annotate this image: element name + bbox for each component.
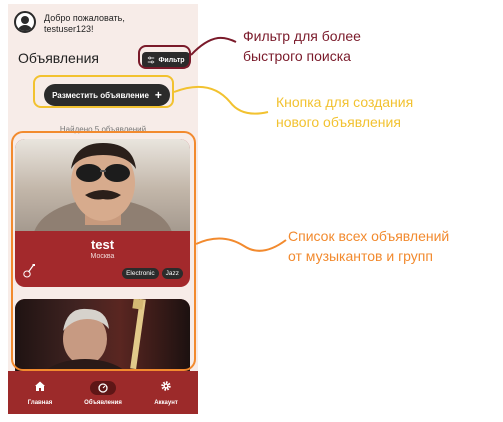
filter-annotation: Фильтр для более быстрого поиска <box>243 26 361 66</box>
welcome-text: Добро пожаловать, testuser123! <box>44 13 125 35</box>
avatar[interactable] <box>14 11 36 33</box>
gear-icon <box>161 381 171 391</box>
filter-annotation-line-2: быстрого поиска <box>243 48 351 64</box>
search-icon <box>98 383 108 393</box>
welcome-line-1: Добро пожаловать, <box>44 13 125 23</box>
nav-home-label: Главная <box>27 400 53 406</box>
nav-ads[interactable]: Объявления <box>73 379 133 406</box>
list-annotation: Список всех объявлений от музыкантов и г… <box>288 226 449 266</box>
nav-account[interactable]: Аккаунт <box>136 379 196 406</box>
filter-highlight-box <box>138 45 191 69</box>
bottom-navbar: Главная Объявления Аккаунт <box>8 371 198 414</box>
create-highlight-box <box>33 75 174 108</box>
nav-home[interactable]: Главная <box>10 379 70 406</box>
page-title: Объявления <box>18 50 99 66</box>
create-annotation: Кнопка для создания нового объявления <box>276 92 413 132</box>
filter-annotation-line-1: Фильтр для более <box>243 28 361 44</box>
list-annotation-line-2: от музыкантов и групп <box>288 248 433 264</box>
welcome-line-2: testuser123! <box>44 24 94 34</box>
home-icon <box>35 381 45 391</box>
list-annotation-line-1: Список всех объявлений <box>288 228 450 244</box>
create-annotation-line-2: нового объявления <box>276 114 401 130</box>
create-annotation-line-1: Кнопка для создания <box>276 94 414 110</box>
nav-account-label: Аккаунт <box>154 400 178 406</box>
nav-ads-label: Объявления <box>84 400 122 406</box>
list-highlight-box <box>11 131 196 371</box>
